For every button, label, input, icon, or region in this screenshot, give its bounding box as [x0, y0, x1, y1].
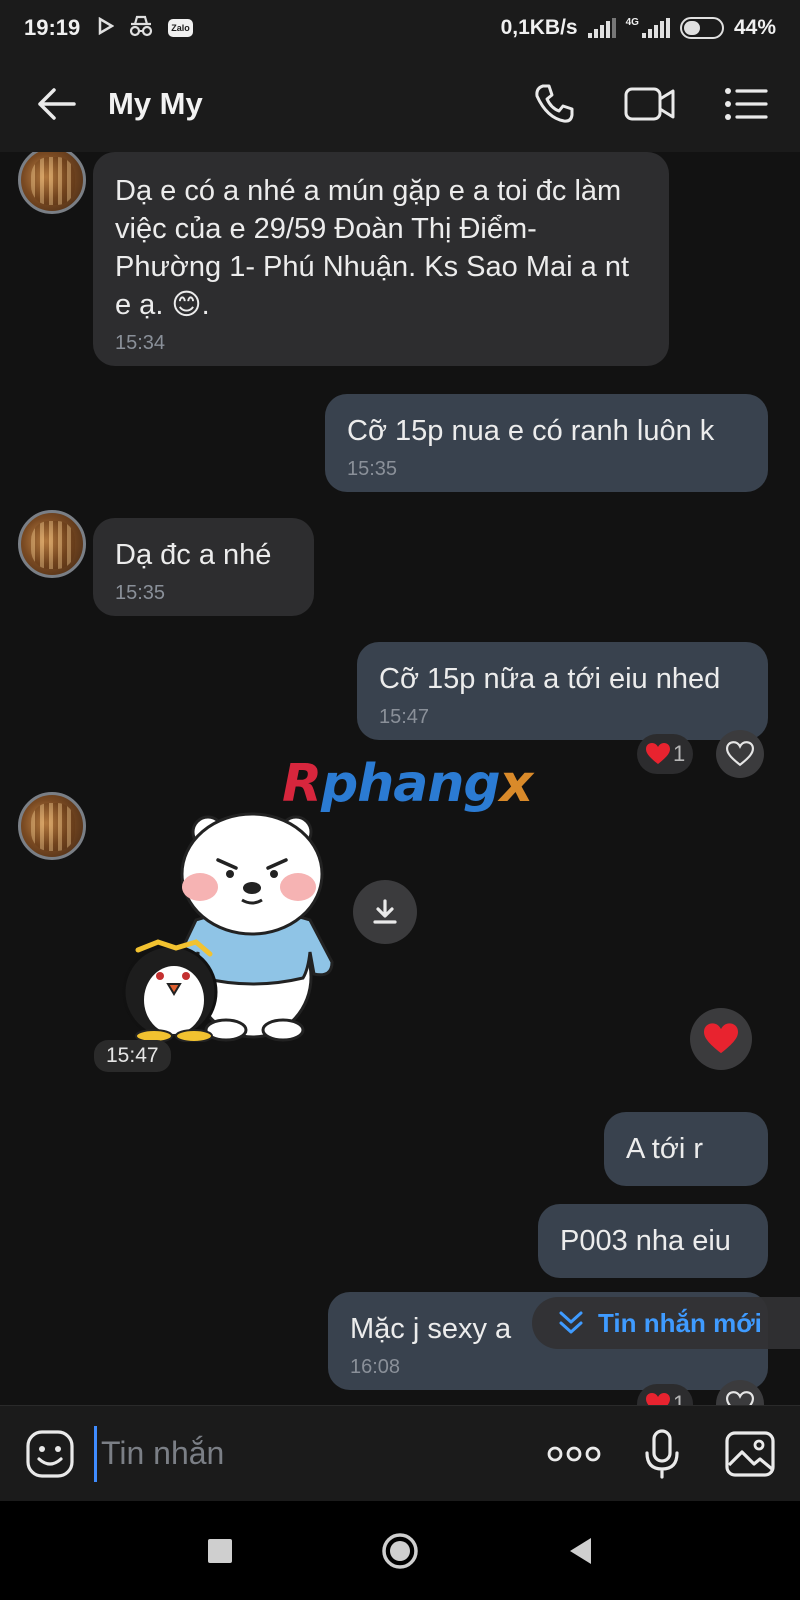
message-text: Cỡ 15p nua e có ranh luôn k	[347, 415, 715, 447]
status-system-icons: 0,1KB/s 4G 44%	[501, 16, 776, 40]
contact-avatar[interactable]	[18, 152, 86, 214]
back-button[interactable]	[24, 72, 88, 136]
reaction-count-badge[interactable]: 1	[637, 1384, 694, 1405]
contact-name[interactable]: My My	[108, 86, 203, 122]
sticker-reaction-heart[interactable]	[690, 1008, 752, 1070]
heart-filled-icon	[704, 1023, 738, 1054]
message-bubble-outgoing[interactable]: Cỡ 15p nữa a tới eiu nhed 15:47	[357, 642, 768, 740]
status-bar: 19:19 Zalo 0,1KB/s 4G 44%	[0, 0, 800, 56]
double-chevron-down-icon	[559, 1311, 583, 1334]
home-circle-icon	[382, 1532, 418, 1569]
message-list[interactable]: Dạ e có a nhé a mún gặp e a toi đc làm v…	[0, 152, 800, 1405]
more-dots-icon	[547, 1446, 601, 1461]
zalo-icon: Zalo	[168, 19, 193, 37]
back-triangle-icon	[570, 1537, 591, 1564]
voice-call-button[interactable]	[524, 74, 584, 134]
download-icon	[373, 899, 397, 924]
status-time: 19:19	[24, 15, 81, 40]
chat-header: My My	[0, 56, 800, 152]
system-back-button[interactable]	[550, 1521, 610, 1581]
contact-avatar[interactable]	[18, 510, 86, 578]
heart-filled-icon	[646, 1393, 670, 1405]
message-bubble-outgoing[interactable]: Cỡ 15p nua e có ranh luôn k 15:35	[325, 394, 768, 492]
incognito-icon	[128, 15, 154, 42]
status-notification-icons: Zalo	[98, 15, 193, 42]
download-button[interactable]	[353, 880, 417, 944]
message-input[interactable]	[94, 1425, 521, 1482]
emoji-icon	[26, 1429, 74, 1478]
message-time: 15:35	[115, 582, 166, 604]
message-text: Mặc j sexy a	[350, 1313, 512, 1345]
battery-icon	[679, 17, 724, 39]
message-time: 15:47	[379, 706, 430, 728]
heart-outline-icon	[726, 741, 754, 767]
system-nav-bar	[0, 1501, 800, 1600]
react-heart-button[interactable]	[716, 730, 764, 778]
gallery-button[interactable]	[720, 1424, 780, 1484]
phone-icon	[535, 84, 574, 123]
signal-icon	[587, 18, 616, 38]
battery-level-fill	[683, 21, 700, 35]
message-time: 15:34	[115, 332, 166, 354]
signal-4g-icon: 4G	[626, 18, 670, 38]
message-text: A tới r	[626, 1133, 704, 1165]
more-button[interactable]	[544, 1424, 604, 1484]
recents-square-icon	[208, 1538, 232, 1563]
microphone-icon	[645, 1428, 679, 1479]
message-text: Dạ đc a nhé	[115, 539, 272, 571]
message-time: 16:08	[350, 1356, 401, 1378]
new-message-label: Tin nhắn mới	[598, 1307, 762, 1338]
message-bubble-outgoing[interactable]: P003 nha eiu	[538, 1204, 768, 1278]
emoji-button[interactable]	[20, 1424, 80, 1484]
composer-bar	[0, 1405, 800, 1501]
heart-outline-icon	[726, 1391, 754, 1405]
message-bubble-outgoing[interactable]: A tới r	[604, 1112, 768, 1186]
composer-actions	[544, 1424, 780, 1484]
home-button[interactable]	[370, 1521, 430, 1581]
sticker-time: 15:47	[94, 1040, 171, 1072]
reaction-count-badge[interactable]: 1	[637, 734, 694, 774]
menu-button[interactable]	[716, 74, 776, 134]
back-arrow-icon	[38, 88, 76, 120]
recents-button[interactable]	[190, 1521, 250, 1581]
menu-list-icon	[725, 88, 768, 120]
gallery-icon	[725, 1430, 775, 1477]
net-speed: 0,1KB/s	[500, 16, 578, 39]
message-text: Cỡ 15p nữa a tới eiu nhed	[379, 663, 721, 695]
battery-percent: 44%	[733, 16, 776, 39]
video-call-icon	[624, 87, 675, 121]
reaction-count: 1	[673, 1391, 686, 1405]
message-bubble-incoming[interactable]: Dạ e có a nhé a mún gặp e a toi đc làm v…	[93, 152, 669, 366]
new-message-button[interactable]: Tin nhắn mới	[532, 1297, 800, 1349]
heart-filled-icon	[646, 743, 670, 764]
sticker-image[interactable]	[118, 802, 348, 1043]
play-icon	[98, 16, 115, 40]
header-actions	[524, 74, 776, 134]
voice-record-button[interactable]	[632, 1424, 692, 1484]
reaction-count: 1	[673, 741, 686, 766]
message-time: 15:35	[347, 458, 398, 480]
message-text: Dạ e có a nhé a mún gặp e a toi đc làm v…	[115, 175, 629, 321]
message-bubble-incoming[interactable]: Dạ đc a nhé 15:35	[93, 518, 314, 616]
contact-avatar[interactable]	[18, 792, 86, 860]
video-call-button[interactable]	[620, 74, 680, 134]
message-text: P003 nha eiu	[560, 1225, 731, 1257]
